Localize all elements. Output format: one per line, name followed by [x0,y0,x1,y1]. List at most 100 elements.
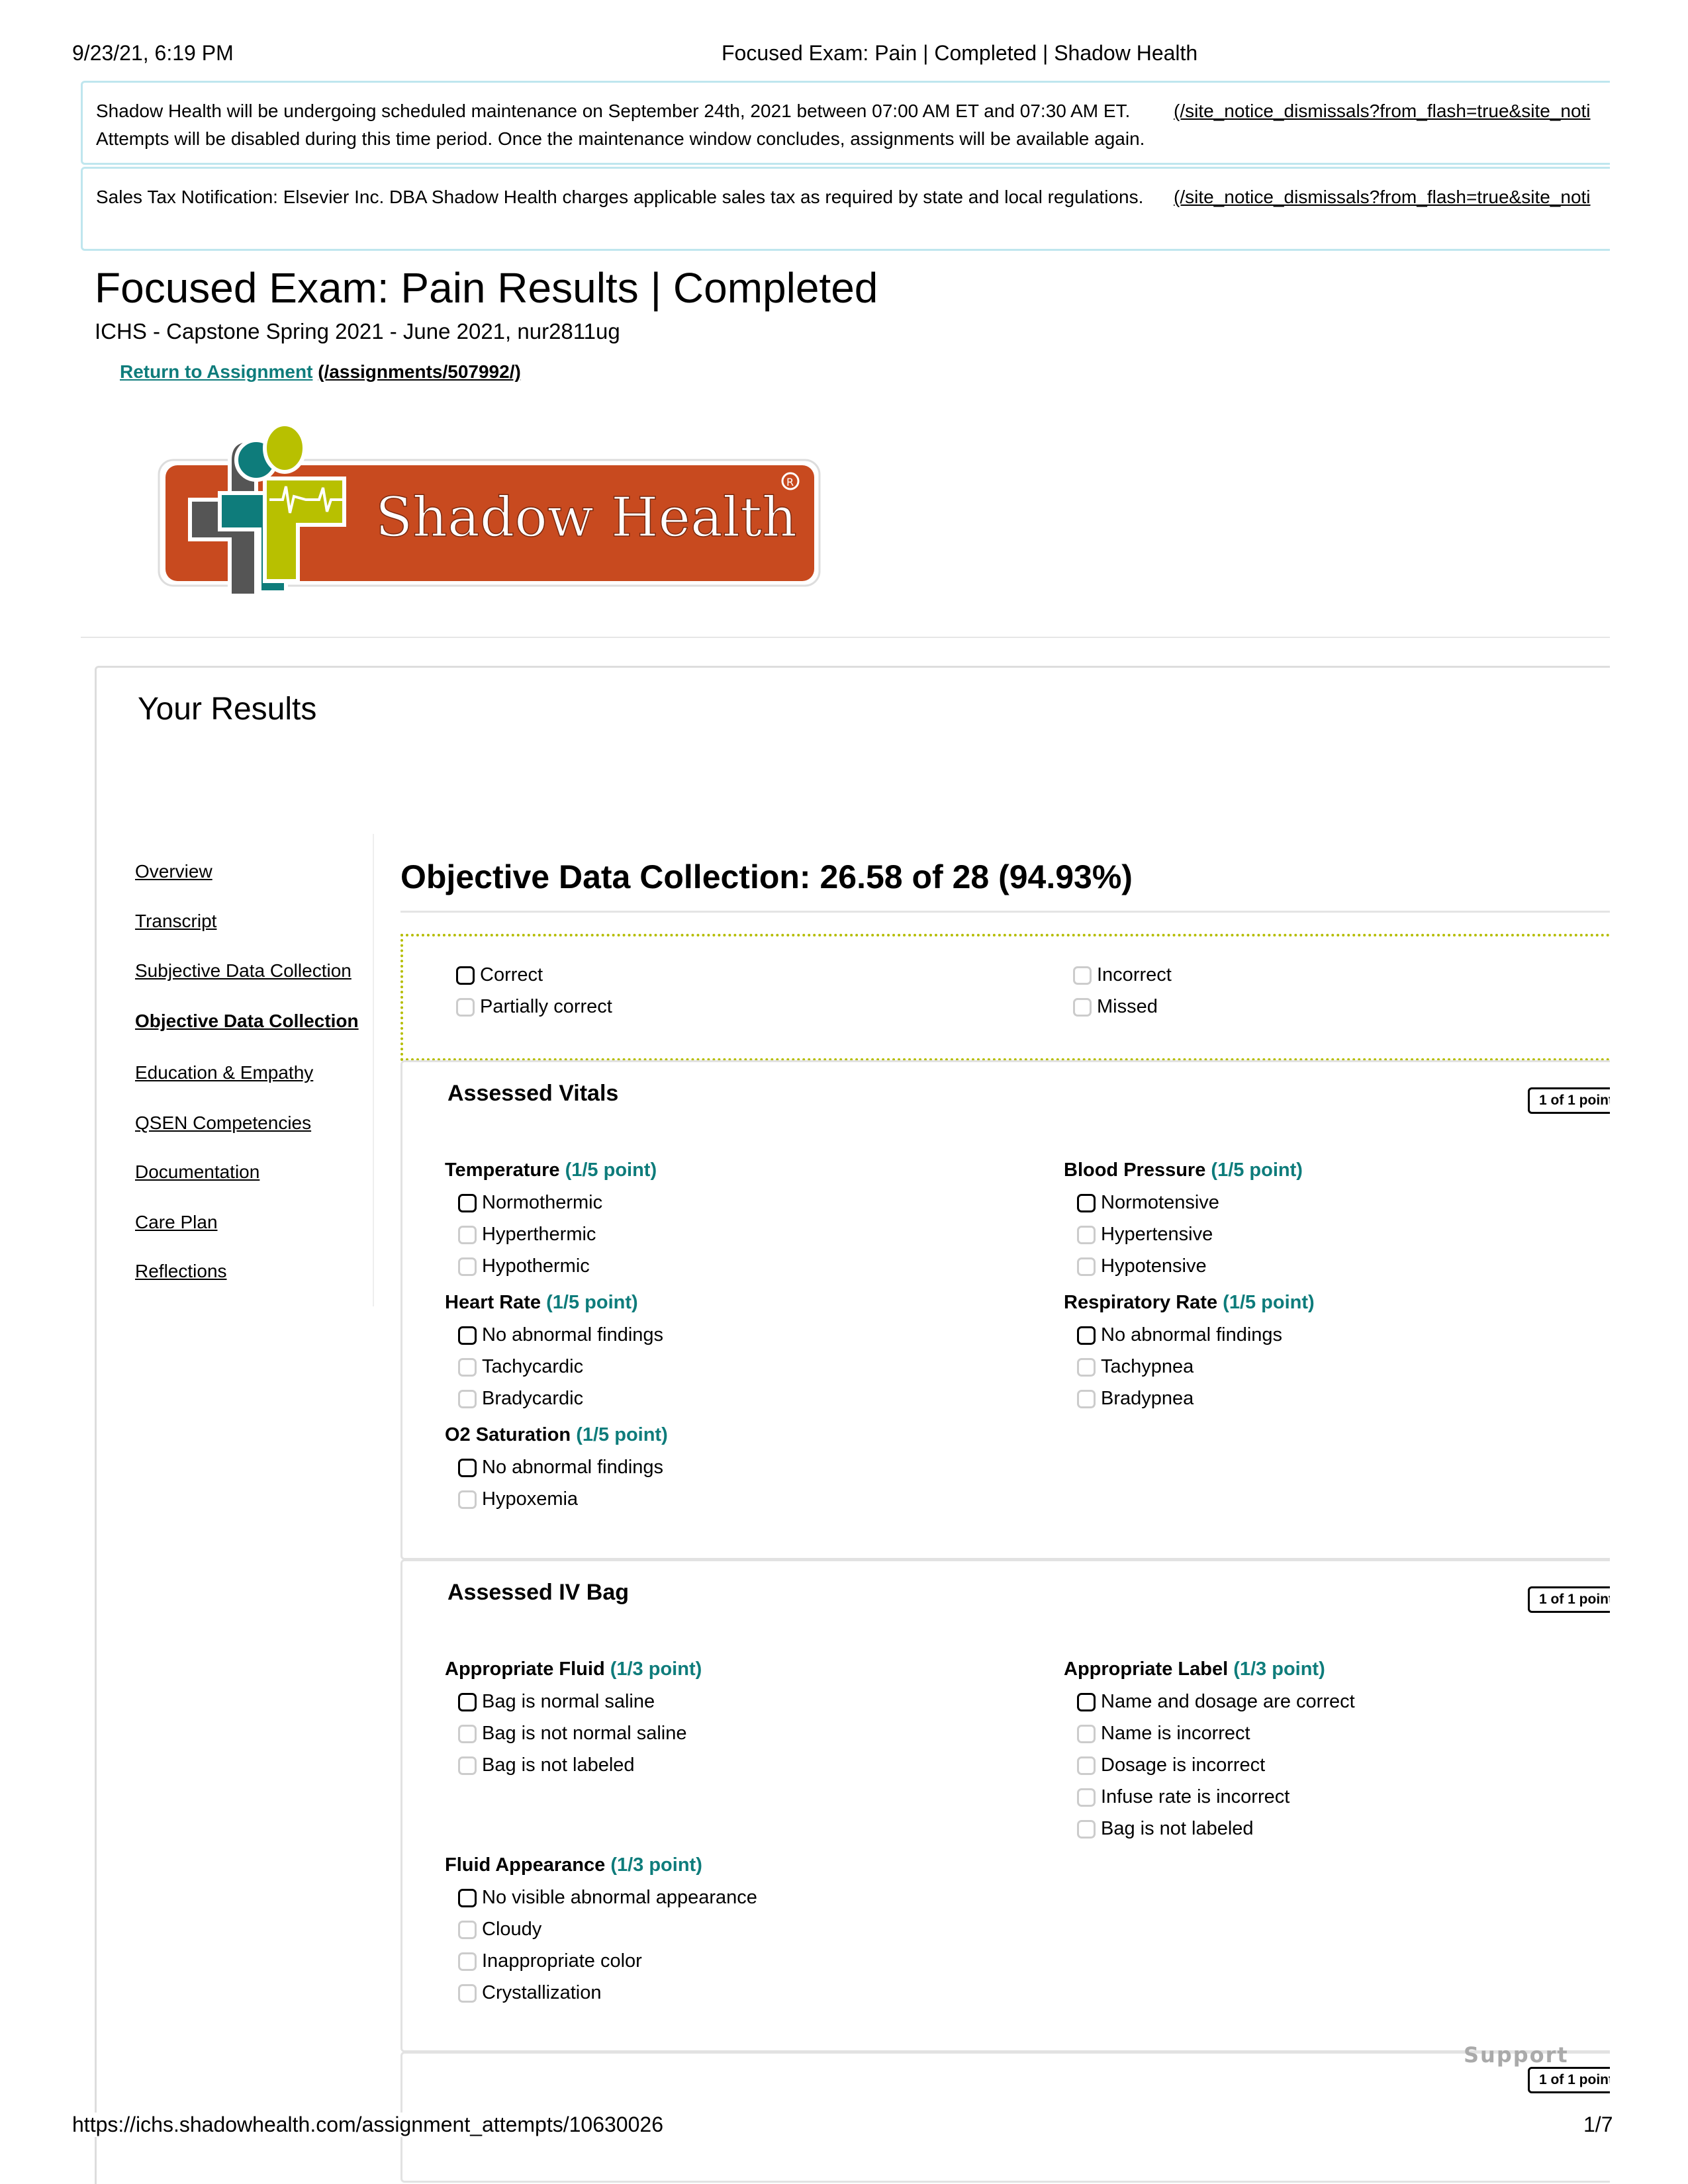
option-label: Inappropriate color [482,1950,642,1972]
checkbox-icon [458,1756,477,1776]
sidebar-item-overview[interactable]: Overview [135,861,212,882]
finding-label: Respiratory Rate (1/5 point) [1064,1286,1610,1319]
finding-label: Heart Rate (1/5 point) [445,1286,1064,1319]
legend: Correct Partially correct Incorrect Missed [400,934,1610,1061]
logo-text: Shadow Health [375,486,797,549]
finding-name: Blood Pressure [1064,1160,1211,1181]
section-heading: Assessed IV Bag [447,1580,630,1605]
finding-option: No abnormal findings [445,1319,1064,1351]
checkbox-icon [458,1889,477,1908]
finding-name: Appropriate Fluid [445,1659,610,1680]
finding-name: Respiratory Rate [1064,1292,1223,1313]
print-doc-title: Focused Exam: Pain | Completed | Shadow … [722,41,1198,65]
finding-option: Hypoxemia [445,1483,1064,1515]
finding-option: Bag is not labeled [445,1749,1064,1781]
sales-tax-notice: Sales Tax Notification: Elsevier Inc. DB… [81,167,1610,251]
sidebar-divider [373,834,374,1306]
checkbox-icon [456,998,475,1017]
finding-option: Bradycardic [445,1383,1064,1414]
finding-group: O2 Saturation (1/5 point) No abnormal fin… [445,1418,1064,1515]
section-heading: Assessed Vitals [447,1081,619,1106]
print-page-number: 1/7 [1583,2113,1613,2137]
finding-points: (1/5 point) [1223,1292,1315,1313]
points-badge: 1 of 1 point [1528,2067,1610,2093]
checkbox-icon [1077,1788,1096,1807]
finding-option: Normothermic [445,1187,1064,1218]
finding-option: Hypothermic [445,1250,1064,1282]
checkbox-icon [458,1459,477,1478]
finding-option: Bag is not normal saline [445,1717,1064,1749]
checkbox-icon [1077,1257,1096,1277]
dismiss-notice-link[interactable]: (/site_notice_dismissals?from_flash=true… [1174,183,1591,211]
option-label: No abnormal findings [482,1457,664,1478]
checkbox-icon [1077,1358,1096,1377]
finding-option: Hyperthermic [445,1218,1064,1250]
finding-option: Tachypnea [1064,1351,1610,1383]
checkbox-icon [458,1725,477,1744]
sidebar-item-transcript[interactable]: Transcript [135,911,216,932]
finding-label: Temperature (1/5 point) [445,1154,1064,1187]
checkbox-icon [458,1194,477,1213]
finding-label: Fluid Appearance (1/3 point) [445,1848,1064,1882]
checkbox-icon [458,1358,477,1377]
legend-label: Incorrect [1097,964,1172,985]
option-label: Normothermic [482,1192,603,1213]
legend-item: Correct [456,964,543,986]
sidebar-item-care-plan[interactable]: Care Plan [135,1212,218,1233]
finding-option: Infuse rate is incorrect [1064,1781,1610,1813]
finding-option: Inappropriate color [445,1945,1064,1977]
option-label: Name is incorrect [1101,1723,1250,1744]
print-datetime: 9/23/21, 6:19 PM [72,41,234,65]
checkbox-icon [458,1693,477,1712]
option-label: Normotensive [1101,1192,1219,1213]
checkbox-icon [458,1226,477,1245]
finding-points: (1/5 point) [546,1292,638,1313]
return-to-assignment[interactable]: Return to Assignment (/assignments/50799… [120,361,521,383]
title-divider [400,911,1610,913]
option-label: No abnormal findings [1101,1324,1283,1345]
option-label: Bag is not normal saline [482,1723,687,1744]
finding-points: (1/3 point) [610,1854,702,1876]
legend-label: Correct [480,964,543,985]
return-path[interactable]: (/assignments/507992/) [318,361,521,382]
option-label: Bag is not labeled [482,1754,635,1776]
findings-grid: Temperature (1/5 point) Normothermic Hyper… [445,1154,1610,1515]
sidebar-item-objective-data-collection[interactable]: Objective Data Collection [135,1011,359,1032]
sidebar-item-subjective-data-collection[interactable]: Subjective Data Collection [135,960,352,981]
course-subtitle: ICHS - Capstone Spring 2021 - June 2021,… [95,319,620,343]
sidebar-item-reflections[interactable]: Reflections [135,1261,227,1282]
finding-group: Heart Rate (1/5 point) No abnormal findin… [445,1286,1064,1414]
result-section: Assessed IV Bag 1 of 1 point Appropriate F… [400,1559,1610,2052]
option-label: Tachycardic [482,1356,584,1377]
support-button[interactable]: Support [1464,2042,1569,2068]
sidebar-item-documentation[interactable]: Documentation [135,1161,259,1183]
finding-points: (1/5 point) [565,1160,657,1181]
checkbox-icon [458,1490,477,1510]
points-badge: 1 of 1 point [1528,1087,1610,1114]
return-link[interactable]: Return to Assignment [120,361,312,382]
finding-option: Hypotensive [1064,1250,1610,1282]
page-content: Shadow Health will be undergoing schedul… [0,0,1610,2184]
sidebar-item-education-empathy[interactable]: Education & Empathy [135,1062,313,1083]
checkbox-icon [1077,1756,1096,1776]
finding-group: Temperature (1/5 point) Normothermic Hyper… [445,1154,1064,1282]
finding-option: Crystallization [445,1977,1064,2009]
option-label: Bag is normal saline [482,1691,655,1712]
checkbox-icon [1077,1194,1096,1213]
option-label: Hypoxemia [482,1488,579,1510]
finding-group: Respiratory Rate (1/5 point) No abnormal … [1064,1286,1610,1414]
option-label: Bag is not labeled [1101,1818,1254,1839]
option-label: No visible abnormal appearance [482,1887,757,1908]
notice-text: Shadow Health will be undergoing schedul… [96,101,1145,149]
checkbox-icon [1077,1326,1096,1345]
finding-points: (1/3 point) [610,1659,702,1680]
checkbox-icon [458,1952,477,1972]
option-label: Bradycardic [482,1388,584,1409]
sidebar-item-qsen-competencies[interactable]: QSEN Competencies [135,1113,311,1134]
finding-option: Bag is not labeled [1064,1813,1610,1844]
finding-option: Name and dosage are correct [1064,1686,1610,1717]
dismiss-notice-link[interactable]: (/site_notice_dismissals?from_flash=true… [1174,97,1591,125]
option-label: Hypertensive [1101,1224,1213,1245]
option-label: Hypothermic [482,1255,590,1277]
points-badge: 1 of 1 point [1528,1586,1610,1613]
